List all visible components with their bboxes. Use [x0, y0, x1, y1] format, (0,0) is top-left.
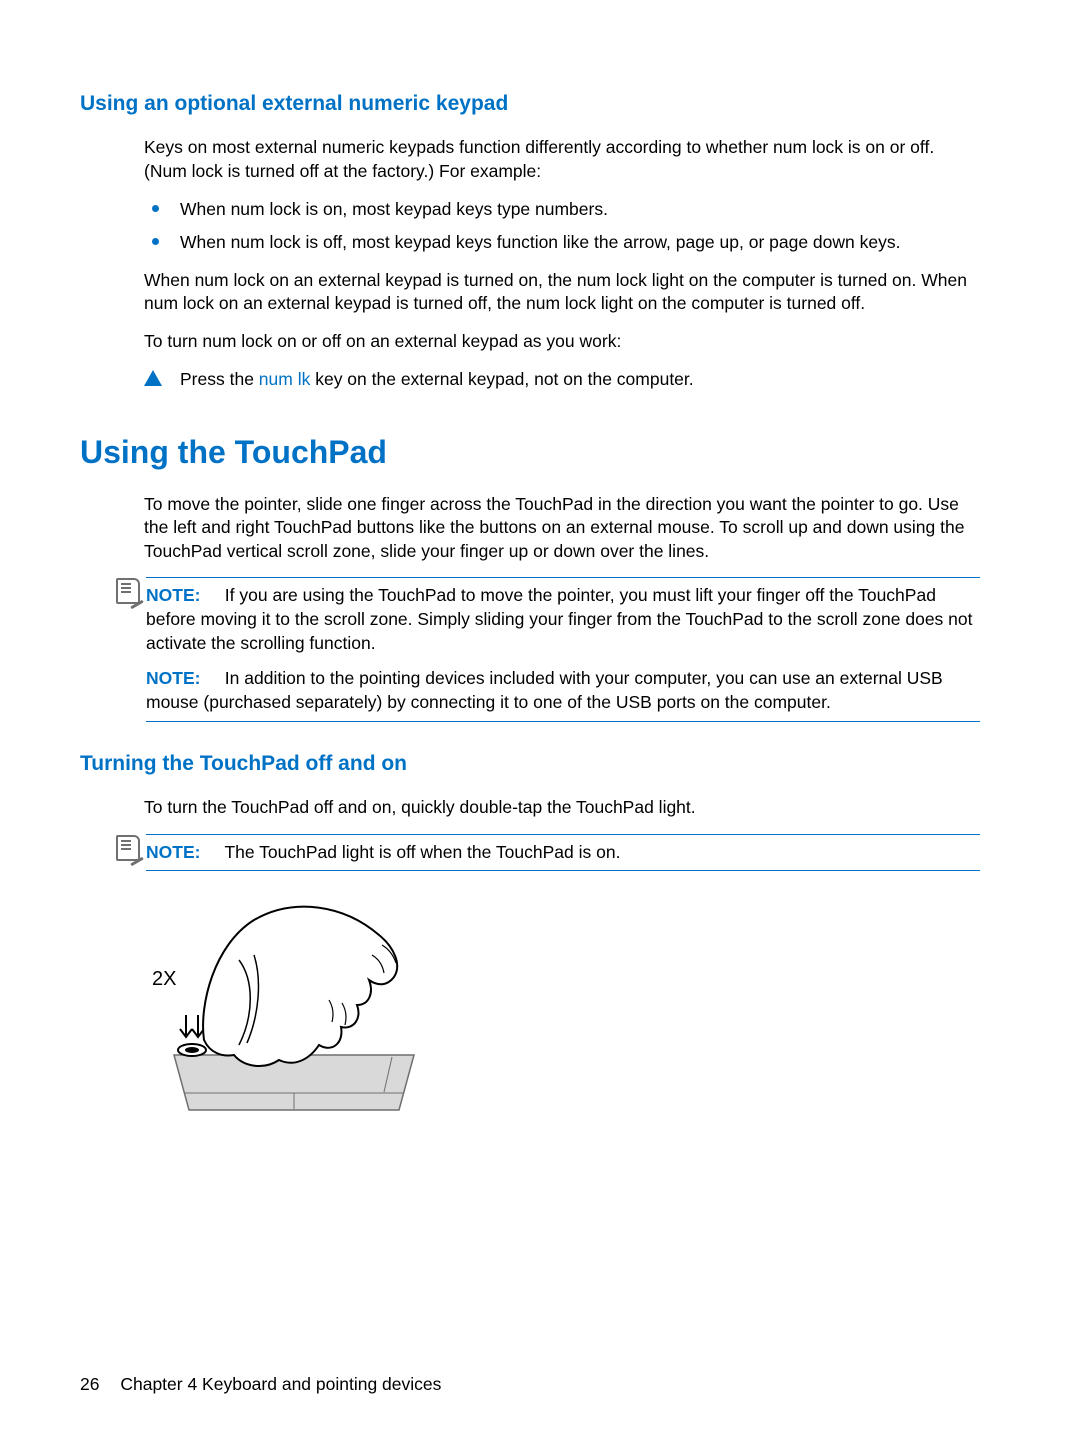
paragraph: To move the pointer, slide one finger ac… — [144, 493, 980, 564]
paragraph: When num lock on an external keypad is t… — [144, 269, 980, 316]
bullet-list: When num lock is on, most keypad keys ty… — [144, 198, 980, 255]
heading-using-touchpad: Using the TouchPad — [80, 431, 980, 474]
document-page: Using an optional external numeric keypa… — [0, 0, 1080, 1437]
note-label: NOTE: — [146, 585, 200, 605]
note-label: NOTE: — [146, 668, 200, 688]
note-text: If you are using the TouchPad to move th… — [146, 585, 973, 652]
heading-external-keypad: Using an optional external numeric keypa… — [80, 90, 980, 118]
note-label: NOTE: — [146, 842, 200, 862]
text-fragment: Press the — [180, 369, 259, 389]
list-item: When num lock is off, most keypad keys f… — [144, 231, 980, 255]
section-using-touchpad-body: To move the pointer, slide one finger ac… — [144, 493, 980, 722]
paragraph: To turn num lock on or off on an externa… — [144, 330, 980, 354]
heading-turning-touchpad: Turning the TouchPad off and on — [80, 750, 980, 778]
section-external-keypad-body: Keys on most external numeric keypads fu… — [144, 136, 980, 391]
caution-text: Press the num lk key on the external key… — [180, 368, 980, 392]
paragraph: Keys on most external numeric keypads fu… — [144, 136, 980, 183]
note-text: In addition to the pointing devices incl… — [146, 668, 943, 712]
note-icon — [116, 578, 140, 604]
touchpad-double-tap-figure: 2X — [144, 885, 980, 1122]
page-footer: 26 Chapter 4 Keyboard and pointing devic… — [80, 1373, 441, 1397]
note-icon — [116, 835, 140, 861]
figure-2x-label: 2X — [152, 968, 176, 990]
triangle-up-icon — [144, 370, 162, 386]
caution-item: Press the num lk key on the external key… — [144, 368, 980, 392]
key-name: num lk — [259, 369, 311, 389]
note-body: NOTE: If you are using the TouchPad to m… — [146, 577, 980, 721]
page-number: 26 — [80, 1374, 99, 1394]
text-fragment: key on the external keypad, not on the c… — [310, 369, 693, 389]
list-item: When num lock is on, most keypad keys ty… — [144, 198, 980, 222]
section-turning-touchpad-body: To turn the TouchPad off and on, quickly… — [144, 796, 980, 1122]
note-body: NOTE: The TouchPad light is off when the… — [146, 834, 980, 872]
note-text: The TouchPad light is off when the Touch… — [224, 842, 620, 862]
paragraph: To turn the TouchPad off and on, quickly… — [144, 796, 980, 820]
note-block: NOTE: The TouchPad light is off when the… — [116, 834, 980, 872]
chapter-label: Chapter 4 Keyboard and pointing devices — [120, 1374, 441, 1394]
note-block: NOTE: If you are using the TouchPad to m… — [116, 577, 980, 721]
touchpad-illustration-svg: 2X — [144, 885, 444, 1115]
